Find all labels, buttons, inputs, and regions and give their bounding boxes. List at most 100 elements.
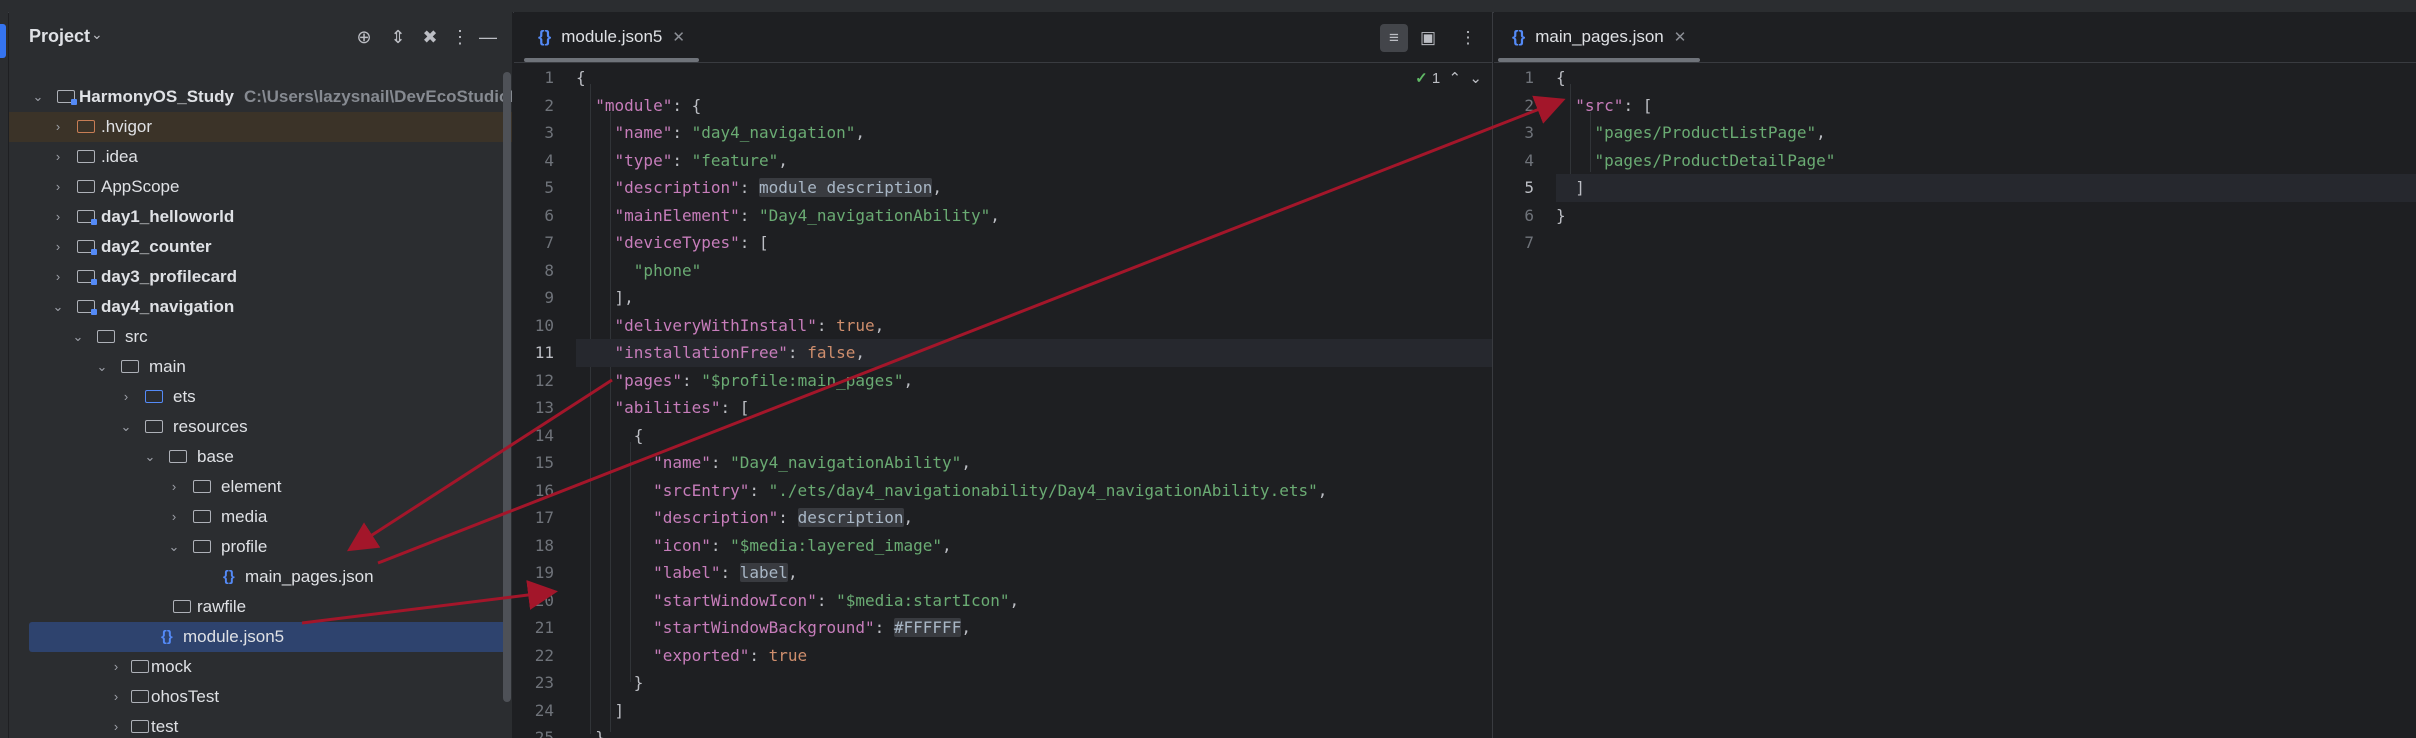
tree-item-label: mock xyxy=(151,657,192,676)
line-number: 9 xyxy=(544,288,554,307)
editor-main-pages-json: {} main_pages.json ✕ 1 2 3 4 5 6 7 { "src"… xyxy=(1494,12,2416,738)
expand-all-icon[interactable]: ⇕ xyxy=(385,24,411,50)
code-line: } xyxy=(576,728,605,738)
chevron-right-icon[interactable]: › xyxy=(51,262,65,292)
code-line: "type": "feature", xyxy=(614,150,788,170)
tree-item-ets[interactable]: › ets xyxy=(9,382,512,412)
code-line: "pages/ProductDetailPage" xyxy=(1594,150,1836,170)
chevron-right-icon[interactable]: › xyxy=(119,382,133,412)
project-panel: Project ⌄ ⊕ ⇕ ✖ ⋮ — ⌄ HarmonyOS_Study C:\… xyxy=(9,12,513,738)
folder-icon xyxy=(77,150,95,163)
chevron-down-icon[interactable]: ⌄ xyxy=(51,292,65,322)
chevron-right-icon[interactable]: › xyxy=(51,202,65,232)
locate-icon[interactable]: ⊕ xyxy=(351,24,377,50)
module-folder-icon xyxy=(57,90,77,105)
tree-item-label: ets xyxy=(173,387,196,406)
tree-item-module-json5[interactable]: {} module.json5 xyxy=(29,622,507,652)
tree-item-ohostest[interactable]: › ohosTest xyxy=(9,682,512,712)
chevron-right-icon[interactable]: › xyxy=(109,712,123,738)
tree-item-label: day4_navigation xyxy=(101,297,235,316)
line-number: 5 xyxy=(544,178,554,197)
tree-item-test[interactable]: › test xyxy=(9,712,512,738)
code-line: } xyxy=(576,673,644,692)
line-number: 13 xyxy=(534,398,554,417)
module-folder-icon xyxy=(77,240,97,255)
close-icon[interactable]: ✕ xyxy=(1674,29,1687,46)
tree-item-main[interactable]: ⌄ main xyxy=(9,352,512,382)
chevron-right-icon[interactable]: › xyxy=(51,232,65,262)
folder-icon xyxy=(193,510,211,523)
tree-item-mock[interactable]: › mock xyxy=(9,652,512,682)
chevron-down-icon[interactable]: ⌄ xyxy=(31,82,45,112)
tree-item-day2[interactable]: › day2_counter xyxy=(9,232,512,262)
collapse-all-icon[interactable]: ✖ xyxy=(417,24,443,50)
chevron-right-icon[interactable]: › xyxy=(167,472,181,502)
code-line: "pages": "$profile:main_pages", xyxy=(614,370,914,390)
code-line: "label": label, xyxy=(653,563,798,582)
tree-item-label: base xyxy=(197,447,234,466)
line-number: 24 xyxy=(534,700,554,720)
json-file-icon: {} xyxy=(223,568,235,585)
tree-item-media[interactable]: › media xyxy=(9,502,512,532)
tree-item-day1[interactable]: › day1_helloworld xyxy=(9,202,512,232)
code-line: "deviceTypes": [ xyxy=(614,233,769,252)
chevron-down-icon[interactable]: ⌄ xyxy=(71,322,85,352)
tree-item-element[interactable]: › element xyxy=(9,472,512,502)
line-number: 22 xyxy=(534,645,554,665)
tree-item-harmonyos-study[interactable]: ⌄ HarmonyOS_Study C:\Users\lazysnail\DevE… xyxy=(9,82,512,112)
line-number: 4 xyxy=(544,150,554,170)
line-number: 7 xyxy=(544,233,554,252)
tree-item-hvigor[interactable]: › .hvigor xyxy=(9,112,512,142)
more-options-icon[interactable]: ⋮ xyxy=(1454,24,1482,52)
line-number: 10 xyxy=(534,315,554,335)
line-number: 6 xyxy=(1524,205,1534,225)
tree-item-main-pages-json[interactable]: {} main_pages.json xyxy=(9,562,512,592)
line-number: 20 xyxy=(534,590,554,610)
tree-item-label: day2_counter xyxy=(101,237,212,256)
tree-item-idea[interactable]: › .idea xyxy=(9,142,512,172)
tree-item-rawfile[interactable]: rawfile xyxy=(9,592,512,622)
chevron-down-icon[interactable]: ⌄ xyxy=(143,442,157,472)
chevron-down-icon[interactable]: ⌄ xyxy=(91,26,103,43)
tree-item-label: main xyxy=(149,357,186,376)
tab-main-pages-json[interactable]: {} main_pages.json ✕ xyxy=(1498,12,1701,62)
line-number: 19 xyxy=(534,563,554,582)
chevron-right-icon[interactable]: › xyxy=(51,112,65,142)
tree-item-day4[interactable]: ⌄ day4_navigation xyxy=(9,292,512,322)
tree-item-base[interactable]: ⌄ base xyxy=(9,442,512,472)
code-line: "deliveryWithInstall": true, xyxy=(614,315,885,335)
code-line: { xyxy=(576,425,644,445)
module-folder-icon xyxy=(77,210,97,225)
tree-item-label: src xyxy=(125,327,148,346)
code-line: "name": "Day4_navigationAbility", xyxy=(653,453,971,472)
code-line: "src": [ xyxy=(1575,95,1653,115)
code-view-icon[interactable]: ≡ xyxy=(1380,24,1408,52)
chevron-right-icon[interactable]: › xyxy=(167,502,181,532)
tree-item-src[interactable]: ⌄ src xyxy=(9,322,512,352)
project-title[interactable]: Project xyxy=(29,26,90,47)
code-line: "mainElement": "Day4_navigationAbility", xyxy=(614,205,1000,225)
minimize-icon[interactable]: — xyxy=(475,24,501,50)
tree-item-day3[interactable]: › day3_profilecard xyxy=(9,262,512,292)
preview-icon[interactable]: ▣ xyxy=(1414,24,1442,52)
tab-module-json5[interactable]: {} module.json5 ✕ xyxy=(524,12,699,62)
tree-scrollbar[interactable] xyxy=(503,72,511,702)
code-line: { xyxy=(1556,68,1566,87)
chevron-right-icon[interactable]: › xyxy=(51,172,65,202)
tree-item-appscope[interactable]: › AppScope xyxy=(9,172,512,202)
chevron-right-icon[interactable]: › xyxy=(51,142,65,172)
chevron-down-icon[interactable]: ⌄ xyxy=(119,412,133,442)
line-number: 11 xyxy=(534,343,554,362)
chevron-right-icon[interactable]: › xyxy=(109,682,123,712)
line-number: 3 xyxy=(1524,123,1534,142)
tree-item-profile[interactable]: ⌄ profile xyxy=(9,532,512,562)
project-tool-button[interactable] xyxy=(0,24,6,58)
chevron-right-icon[interactable]: › xyxy=(109,652,123,682)
tree-item-label: AppScope xyxy=(101,177,180,196)
chevron-down-icon[interactable]: ⌄ xyxy=(95,352,109,382)
more-options-icon[interactable]: ⋮ xyxy=(447,24,473,50)
folder-icon xyxy=(131,690,149,703)
chevron-down-icon[interactable]: ⌄ xyxy=(167,532,181,562)
close-icon[interactable]: ✕ xyxy=(672,29,685,46)
tree-item-resources[interactable]: ⌄ resources xyxy=(9,412,512,442)
